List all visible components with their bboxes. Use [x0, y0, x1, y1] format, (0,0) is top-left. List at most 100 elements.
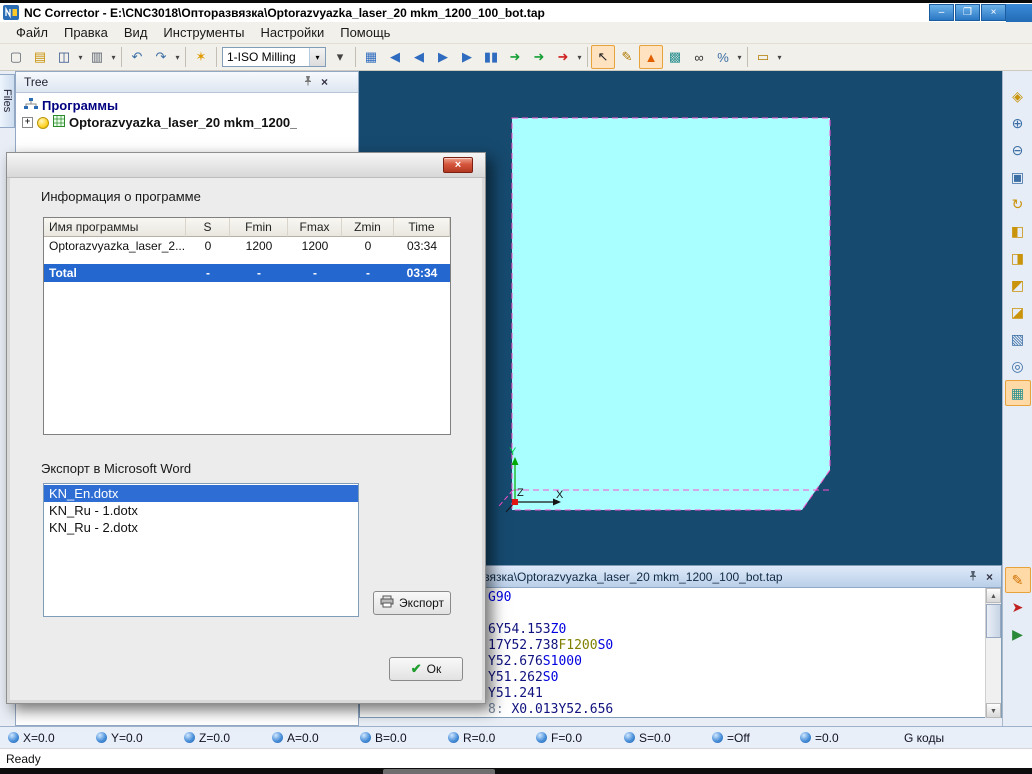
- menu-item-help[interactable]: Помощь: [332, 23, 398, 42]
- simulate-icon[interactable]: ▶: [1005, 621, 1031, 647]
- x-axis-readout: X=0.0: [8, 731, 96, 745]
- scale-tool-dropdown-icon[interactable]: ▾: [735, 46, 744, 68]
- measure-tool-dropdown-icon[interactable]: ▾: [775, 46, 784, 68]
- edit-gcode-icon[interactable]: ✎: [1004, 567, 1031, 593]
- run-from-icon[interactable]: ➜: [527, 45, 551, 69]
- new-file-icon[interactable]: ▢: [4, 45, 28, 69]
- toolbar-separator: [587, 47, 588, 67]
- export-button-label: Экспорт: [398, 596, 445, 610]
- table-row[interactable]: Optorazvyazka_laser_2... 0 1200 1200 0 03:34: [44, 237, 450, 255]
- pin-icon[interactable]: [303, 75, 313, 89]
- check-icon: ✔: [410, 661, 422, 676]
- backplot-icon[interactable]: ➤: [1005, 594, 1031, 620]
- region-select-icon[interactable]: ▦: [1004, 380, 1031, 406]
- minimize-button[interactable]: –: [929, 4, 954, 21]
- tree-body: Программы + Optorazvyazka_laser_20 mkm_1…: [16, 93, 358, 131]
- pause-icon[interactable]: ▮▮: [479, 45, 503, 69]
- template-item[interactable]: KN_Ru - 2.dotx: [44, 519, 358, 536]
- gcode-scrollbar[interactable]: ▲ ▼: [985, 588, 1001, 718]
- table-cell: 1200: [245, 239, 273, 253]
- status-orb-icon: [184, 732, 195, 743]
- total-cell: -: [366, 266, 370, 280]
- tools-icon[interactable]: ✶: [189, 45, 213, 69]
- edit-draw-icon[interactable]: ✎: [615, 45, 639, 69]
- info-group-label: Информация о программе: [41, 189, 201, 204]
- total-cell: Total: [49, 266, 77, 280]
- print-dropdown-icon[interactable]: ▾: [109, 46, 118, 68]
- view-top-icon[interactable]: ◧: [1005, 218, 1031, 244]
- template-item[interactable]: KN_Ru - 1.dotx: [44, 502, 358, 519]
- wireframe-mode-icon[interactable]: ▧: [1005, 326, 1031, 352]
- restore-button[interactable]: ❐: [955, 4, 980, 21]
- run-icon[interactable]: ➜: [503, 45, 527, 69]
- view-side-icon[interactable]: ◩: [1005, 272, 1031, 298]
- export-button[interactable]: Экспорт: [373, 591, 451, 615]
- menu-item-settings[interactable]: Настройки: [252, 23, 332, 42]
- open-file-icon[interactable]: ▤: [28, 45, 52, 69]
- preset-extra-icon[interactable]: ▾: [328, 45, 352, 69]
- rotate-view-icon[interactable]: ↻: [1005, 191, 1031, 217]
- table-cell: 0: [364, 239, 372, 253]
- table-view-icon[interactable]: ▩: [663, 45, 687, 69]
- view-iso-icon[interactable]: ◪: [1005, 299, 1031, 325]
- redo-icon[interactable]: ↷: [149, 45, 173, 69]
- template-listbox[interactable]: KN_En.dotx KN_Ru - 1.dotx KN_Ru - 2.dotx: [43, 483, 359, 617]
- dialog-close-button[interactable]: ×: [443, 157, 473, 173]
- zoom-selection-icon[interactable]: ◎: [1005, 353, 1031, 379]
- fit-view-icon[interactable]: ◈: [1005, 83, 1031, 109]
- compare-view-icon[interactable]: ∞: [687, 45, 711, 69]
- menu-item-file[interactable]: Файл: [8, 23, 56, 42]
- menu-item-tools[interactable]: Инструменты: [155, 23, 252, 42]
- expand-icon[interactable]: +: [22, 117, 33, 128]
- pin-icon[interactable]: [968, 570, 978, 584]
- redo-dropdown-icon[interactable]: ▾: [173, 46, 182, 68]
- scroll-up-icon[interactable]: ▲: [986, 588, 1001, 603]
- highlight-tool-icon[interactable]: ▲: [639, 45, 663, 69]
- files-tab-label: Files: [1, 89, 13, 113]
- machine-preset-combo[interactable]: 1-ISO Milling ▾: [222, 47, 326, 67]
- workpiece-face: [511, 117, 831, 511]
- view-front-icon[interactable]: ◨: [1005, 245, 1031, 271]
- files-tab[interactable]: Files: [0, 74, 15, 128]
- select-cursor-icon[interactable]: ↖: [591, 45, 615, 69]
- step-back-icon[interactable]: ◀: [407, 45, 431, 69]
- stop-icon[interactable]: ➜: [551, 45, 575, 69]
- combo-arrow-icon[interactable]: ▾: [309, 48, 325, 66]
- stop-dropdown-icon[interactable]: ▾: [575, 46, 584, 68]
- window-title: NC Corrector - E:\CNC3018\Опторазвязка\O…: [24, 6, 545, 20]
- scroll-down-icon[interactable]: ▼: [986, 703, 1001, 718]
- menu-item-edit[interactable]: Правка: [56, 23, 116, 42]
- zoom-window-icon[interactable]: ▣: [1005, 164, 1031, 190]
- status-orb-icon: [272, 732, 283, 743]
- step-forward-icon[interactable]: ▶: [431, 45, 455, 69]
- tree-item-programs[interactable]: Программы: [16, 97, 358, 114]
- total-cell: -: [257, 266, 261, 280]
- go-first-icon[interactable]: ◀: [383, 45, 407, 69]
- zoom-in-icon[interactable]: ⊕: [1005, 110, 1031, 136]
- z-axis-readout: Z=0.0: [184, 731, 272, 745]
- scroll-thumb[interactable]: [986, 604, 1001, 638]
- dialog-titlebar[interactable]: ×: [7, 153, 485, 178]
- tree-item-program[interactable]: + Optorazvyazka_laser_20 mkm_1200_: [16, 114, 358, 131]
- close-button[interactable]: ×: [981, 4, 1006, 21]
- toolbar-separator: [747, 47, 748, 67]
- close-tree-panel-icon[interactable]: ×: [321, 76, 328, 88]
- close-gcode-panel-icon[interactable]: ×: [986, 571, 993, 583]
- grid-view-icon[interactable]: ▦: [359, 45, 383, 69]
- zoom-out-icon[interactable]: ⊖: [1005, 137, 1031, 163]
- measure-tool-icon[interactable]: ▭: [751, 45, 775, 69]
- gcodes-button[interactable]: G коды: [904, 731, 944, 745]
- status-fields: X=0.0 Y=0.0 Z=0.0 A=0.0 B=0.0 R=0.0 F=0.0 S=0.0…: [8, 731, 888, 745]
- print-icon[interactable]: ▥: [85, 45, 109, 69]
- b-axis-readout: B=0.0: [360, 731, 448, 745]
- save-file-dropdown-icon[interactable]: ▾: [76, 46, 85, 68]
- ok-button[interactable]: ✔ Ок: [389, 657, 463, 681]
- menu-item-view[interactable]: Вид: [116, 23, 156, 42]
- scale-tool-icon[interactable]: %: [711, 45, 735, 69]
- go-last-icon[interactable]: ▶: [455, 45, 479, 69]
- template-item[interactable]: KN_En.dotx: [44, 485, 358, 502]
- undo-icon[interactable]: ↶: [125, 45, 149, 69]
- save-file-icon[interactable]: ◫: [52, 45, 76, 69]
- y-axis-readout: Y=0.0: [96, 731, 184, 745]
- column-header: Fmin: [230, 218, 288, 237]
